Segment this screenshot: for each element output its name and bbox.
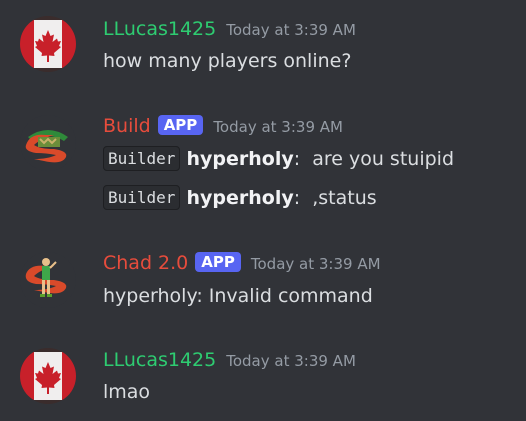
message-header: Chad 2.0 APP Today at 3:39 AM: [103, 252, 381, 274]
bot-avatar-icon[interactable]: [20, 252, 76, 308]
inline-code: Builder: [103, 185, 181, 210]
app-tag-badge: APP: [195, 252, 241, 272]
username[interactable]: LLucas1425: [103, 349, 216, 371]
timestamp: Today at 3:39 AM: [250, 255, 381, 273]
username[interactable]: Build: [103, 115, 151, 137]
message-text: lmao: [103, 381, 151, 403]
inline-code: Builder: [103, 146, 181, 171]
mention-name: hyperholy: [186, 148, 294, 170]
message-text: Builder hyperholy: ,status: [103, 185, 377, 210]
message-header: LLucas1425 Today at 3:39 AM: [103, 18, 356, 40]
message-text: Builder hyperholy: are you stuipid: [103, 146, 455, 171]
timestamp: Today at 3:39 AM: [213, 118, 343, 136]
canada-flag-avatar-icon[interactable]: [20, 16, 76, 72]
timestamp: Today at 3:39 AM: [226, 21, 356, 39]
message-text: how many players online?: [103, 50, 352, 72]
mention-name: hyperholy: [186, 187, 294, 209]
message-text: hyperholy: Invalid command: [103, 285, 373, 307]
message-content: : are you stuipid: [293, 148, 455, 170]
canada-flag-avatar-icon[interactable]: [20, 348, 76, 404]
message-content: : ,status: [293, 187, 377, 209]
message-header: LLucas1425 Today at 3:39 AM: [103, 349, 356, 371]
timestamp: Today at 3:39 AM: [226, 352, 356, 370]
bot-avatar-icon[interactable]: [20, 115, 76, 171]
username[interactable]: LLucas1425: [103, 18, 216, 40]
message-header: Build APP Today at 3:39 AM: [103, 115, 343, 137]
username[interactable]: Chad 2.0: [103, 252, 188, 274]
app-tag-badge: APP: [157, 115, 204, 135]
